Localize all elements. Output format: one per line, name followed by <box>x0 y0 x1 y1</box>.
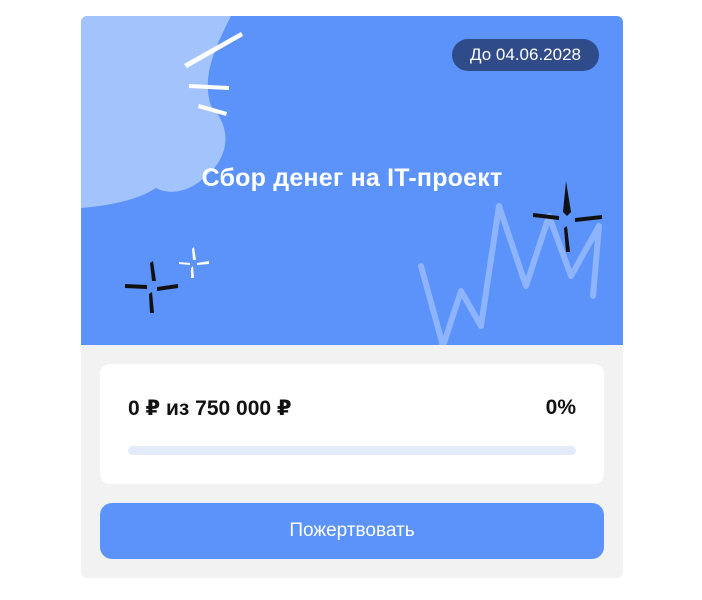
sparkle-icon <box>179 247 209 278</box>
campaign-title: Сбор денег на IT-проект <box>201 164 503 192</box>
progress-bar <box>128 446 576 455</box>
zigzag-line <box>418 203 602 345</box>
deadline-badge: До 04.06.2028 <box>452 39 599 71</box>
fundraiser-card: До 04.06.2028 Сбор денег на IT-проект 0 … <box>81 16 623 578</box>
raised-amount: 0 ₽ из 750 000 ₽ <box>128 397 292 420</box>
donate-button[interactable]: Пожертвовать <box>100 503 604 559</box>
campaign-banner: До 04.06.2028 Сбор денег на IT-проект <box>81 16 623 345</box>
progress-panel: 0 ₽ из 750 000 ₽ 0% <box>100 364 604 484</box>
progress-percent: 0% <box>545 396 576 419</box>
sparkle-icon <box>125 261 178 313</box>
